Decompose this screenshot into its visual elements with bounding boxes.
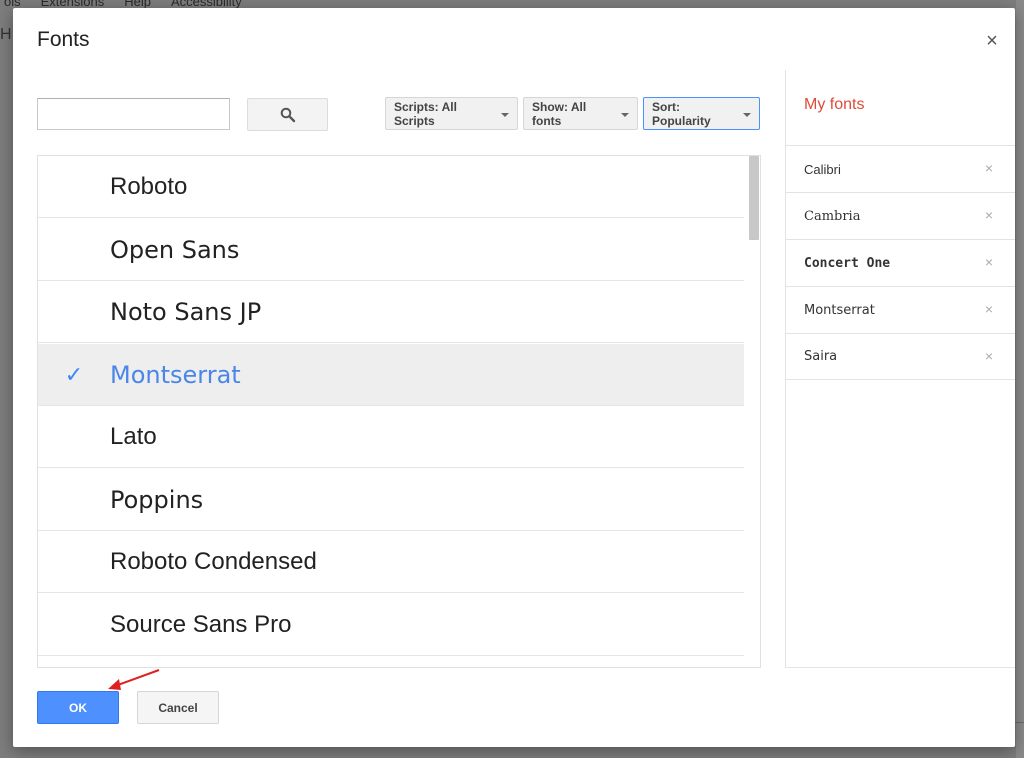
my-font-item[interactable]: Cambria × — [786, 192, 1015, 239]
my-font-item-label: Cambria — [804, 208, 861, 224]
my-font-item-label: Montserrat — [804, 302, 875, 318]
background-fragment: He — [0, 26, 12, 43]
background-menu-item: Extensions — [40, 0, 105, 9]
font-list-item-label: Source Sans Pro — [110, 610, 292, 638]
scripts-dropdown[interactable]: Scripts: All Scripts — [385, 97, 518, 130]
search-button[interactable] — [247, 98, 328, 131]
show-dropdown[interactable]: Show: All fonts — [523, 97, 638, 130]
remove-font-icon[interactable]: × — [985, 160, 993, 176]
fonts-dialog: Fonts × Scripts: All Scripts Show: All f… — [13, 8, 1015, 747]
close-icon: × — [986, 30, 998, 52]
remove-font-icon[interactable]: × — [985, 301, 993, 317]
chevron-down-icon — [743, 112, 751, 117]
chevron-down-icon — [501, 112, 509, 117]
font-list-item-label: Noto Sans JP — [110, 297, 262, 326]
dialog-title: Fonts — [37, 28, 90, 51]
background-edge — [1016, 0, 1024, 758]
sort-dropdown[interactable]: Sort: Popularity — [643, 97, 760, 130]
font-list-item-label: Roboto Condensed — [110, 547, 317, 575]
font-list-item-label: Poppins — [110, 485, 204, 514]
remove-font-icon[interactable]: × — [985, 207, 993, 223]
my-fonts-title: My fonts — [804, 96, 865, 113]
show-dropdown-label: Show: All fonts — [532, 99, 587, 128]
background-menu-item: Help — [124, 0, 151, 9]
font-list-item[interactable]: Roboto — [38, 156, 744, 218]
scripts-dropdown-label: Scripts: All Scripts — [394, 99, 457, 128]
remove-font-icon[interactable]: × — [985, 254, 993, 270]
font-list-item[interactable]: Noto Sans JP — [38, 281, 744, 343]
font-list-item-label: Montserrat — [110, 360, 241, 389]
font-list-item[interactable]: Open Sans — [38, 219, 744, 281]
check-icon: ✓ — [64, 361, 84, 387]
font-list-item[interactable]: Source Sans Pro — [38, 594, 744, 656]
font-list-item[interactable]: Roboto Condensed — [38, 531, 744, 593]
font-list-scrollbar[interactable] — [749, 156, 759, 240]
font-list-item[interactable]: Poppins — [38, 469, 744, 531]
font-list-item-label: Open Sans — [110, 235, 240, 264]
my-font-item[interactable]: Calibri × — [786, 145, 1015, 192]
search-icon — [280, 107, 296, 123]
font-list-item-label: Roboto — [110, 172, 188, 200]
background-menu-item: ols — [4, 0, 21, 9]
font-search-input[interactable] — [37, 98, 230, 130]
my-fonts-panel: My fonts Calibri × Cambria × Concert One × Mon… — [785, 70, 1015, 668]
sort-dropdown-label: Sort: Popularity — [652, 99, 711, 128]
my-font-item[interactable]: Saira × — [786, 333, 1015, 380]
background-menu-item: Accessibility — [170, 0, 242, 9]
my-font-item[interactable]: Concert One × — [786, 239, 1015, 286]
my-font-item[interactable]: Montserrat × — [786, 286, 1015, 333]
my-font-item-label: Concert One — [804, 255, 891, 271]
remove-font-icon[interactable]: × — [985, 348, 993, 364]
annotation-arrow-icon — [108, 669, 160, 690]
my-font-item-label: Saira — [804, 349, 838, 364]
my-font-item-label: Calibri — [804, 161, 841, 177]
chevron-down-icon — [621, 112, 629, 117]
close-button[interactable]: × — [981, 30, 1003, 52]
background-menubar: ols Extensions Help Accessibility — [0, 0, 242, 9]
font-list-item[interactable]: ✓ Montserrat — [38, 344, 744, 406]
font-list-item-label: Lato — [110, 422, 157, 450]
font-list-item[interactable]: Lato — [38, 406, 744, 468]
font-list[interactable]: Roboto Open Sans Noto Sans JP ✓ Montserrat La… — [37, 155, 761, 668]
